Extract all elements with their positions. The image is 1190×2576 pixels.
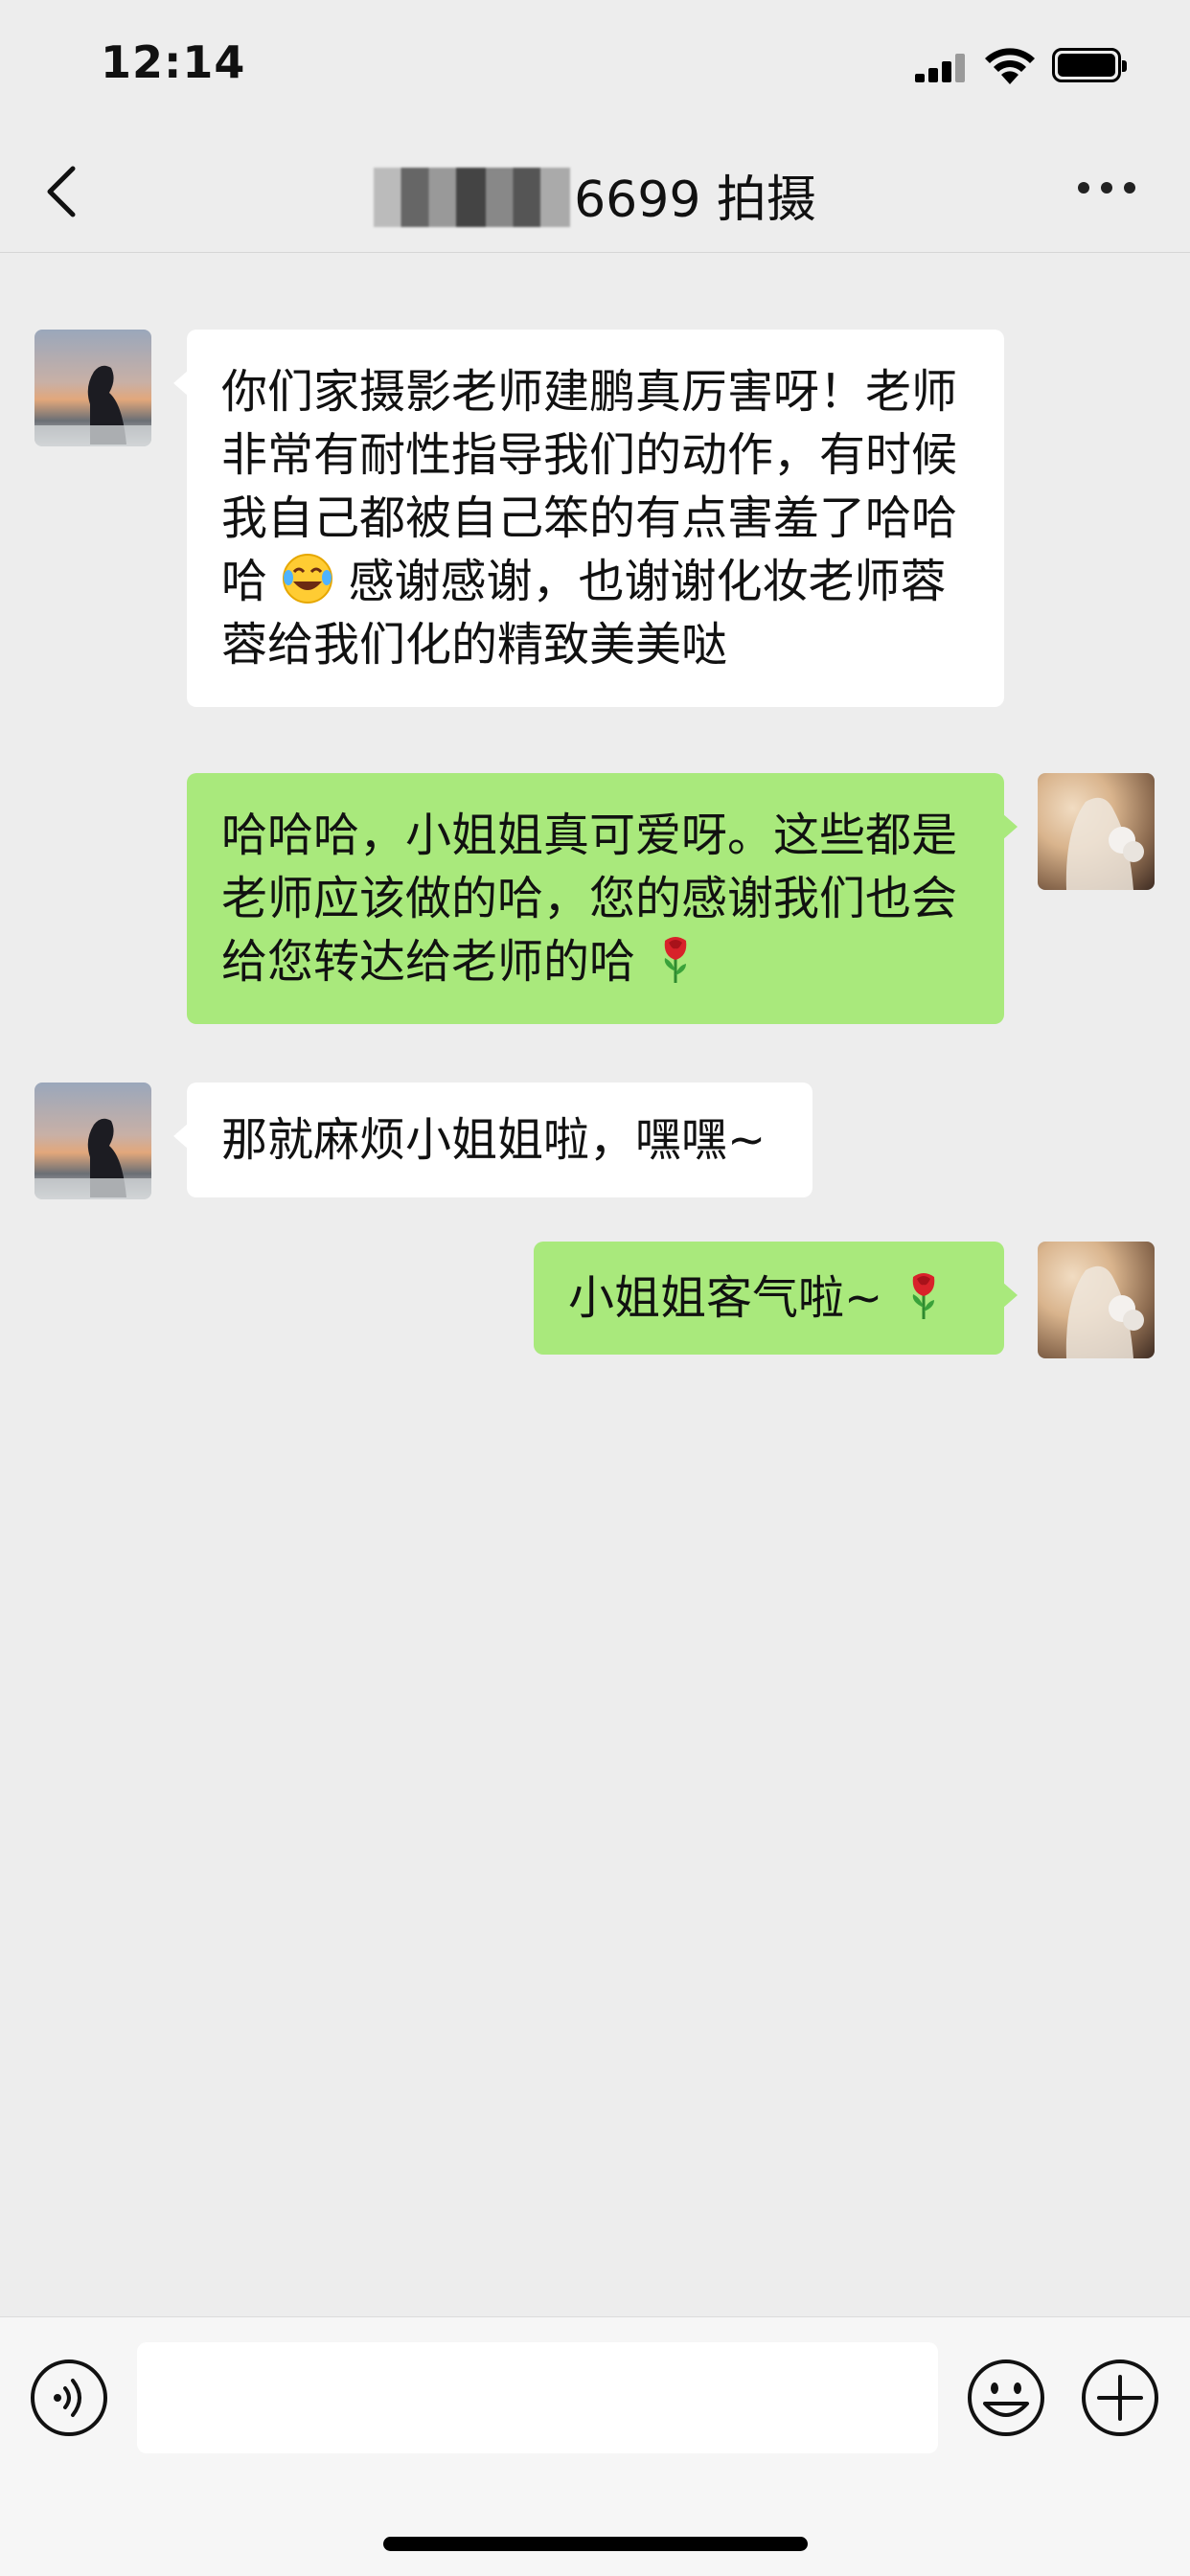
my-avatar[interactable] [1038,1242,1155,1358]
message-input[interactable] [137,2342,938,2453]
status-time: 12:14 [101,36,246,88]
message-bubble-incoming[interactable]: 你们家摄影老师建鹏真厉害呀！老师非常有耐性指导我们的动作，有时候我自己都被自己笨… [173,330,1004,707]
wifi-icon [985,48,1035,84]
voice-icon[interactable] [29,2358,109,2438]
contact-avatar[interactable] [34,1083,151,1199]
message-bubble-incoming[interactable]: 那就麻烦小姐姐啦，嘿嘿~ [173,1083,812,1197]
smiley-icon[interactable] [966,2358,1046,2438]
message-bubble-outgoing[interactable]: 哈哈哈，小姐姐真可爱呀。这些都是老师应该做的哈，您的感谢我们也会给您转达给老师的… [187,773,1018,1024]
redacted-name-mosaic [374,168,571,227]
battery-icon [1052,48,1127,82]
my-avatar[interactable] [1038,773,1155,890]
rose-emoji [912,1273,934,1319]
tears-of-joy-emoji [283,554,333,604]
input-bar [0,2316,1190,2576]
message-bubble-outgoing[interactable]: 小姐姐客气啦~ [534,1242,1018,1355]
chat-header: 6699 拍摄 [0,125,1190,253]
chat-title: 6699 拍摄 [0,159,1190,233]
rose-emoji [665,937,687,983]
ellipsis-icon[interactable] [1078,182,1135,197]
status-bar: 12:14 [0,0,1190,125]
plus-circle-icon[interactable] [1080,2358,1160,2438]
home-indicator[interactable] [383,2537,808,2551]
cellular-signal-icon [915,54,965,82]
chat-title-text: 6699 拍摄 [574,171,816,229]
contact-avatar[interactable] [34,330,151,446]
